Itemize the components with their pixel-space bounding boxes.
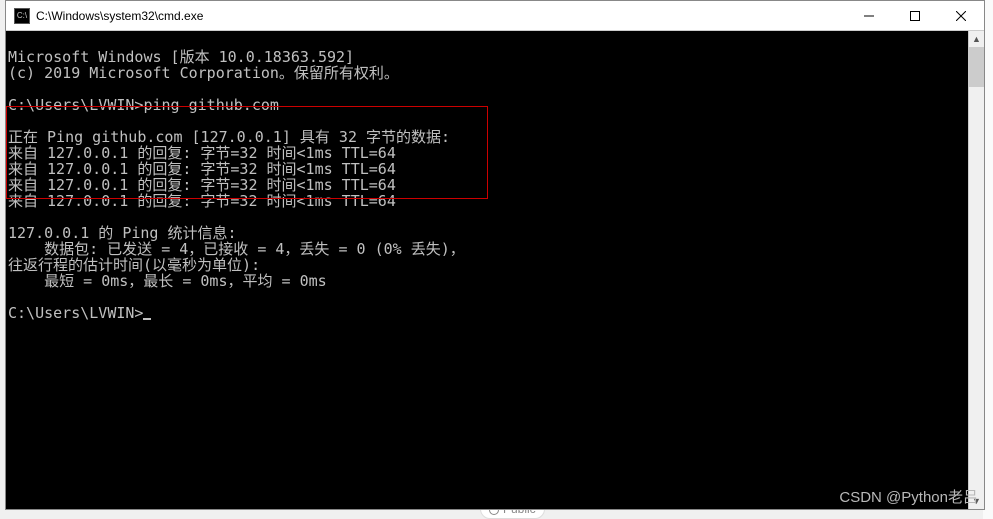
terminal-content[interactable]: Microsoft Windows [版本 10.0.18363.592] (c…	[6, 31, 968, 509]
terminal-area[interactable]: Microsoft Windows [版本 10.0.18363.592] (c…	[6, 31, 984, 509]
scrollbar[interactable]: ▲ ▼	[968, 31, 984, 509]
window-title: C:\Windows\system32\cmd.exe	[36, 9, 846, 23]
terminal-line: 最短 = 0ms，最长 = 0ms，平均 = 0ms	[8, 272, 327, 290]
cmd-window: C:\ C:\Windows\system32\cmd.exe Microsof…	[5, 0, 985, 510]
titlebar[interactable]: C:\ C:\Windows\system32\cmd.exe	[6, 1, 984, 31]
terminal-prompt: C:\Users\LVWIN>	[8, 304, 143, 322]
maximize-button[interactable]	[892, 1, 938, 30]
watermark: CSDN @Python老吕	[839, 486, 978, 507]
terminal-line: (c) 2019 Microsoft Corporation。保留所有权利。	[8, 64, 399, 82]
cmd-icon: C:\	[14, 8, 30, 24]
terminal-line: 来自 127.0.0.1 的回复: 字节=32 时间<1ms TTL=64	[8, 192, 396, 210]
cursor-icon	[143, 318, 151, 320]
minimize-button[interactable]	[846, 1, 892, 30]
close-button[interactable]	[938, 1, 984, 30]
terminal-prompt: C:\Users\LVWIN>ping github.com	[8, 96, 279, 114]
scrollbar-thumb[interactable]	[969, 47, 984, 87]
scroll-up-icon[interactable]: ▲	[969, 31, 984, 47]
